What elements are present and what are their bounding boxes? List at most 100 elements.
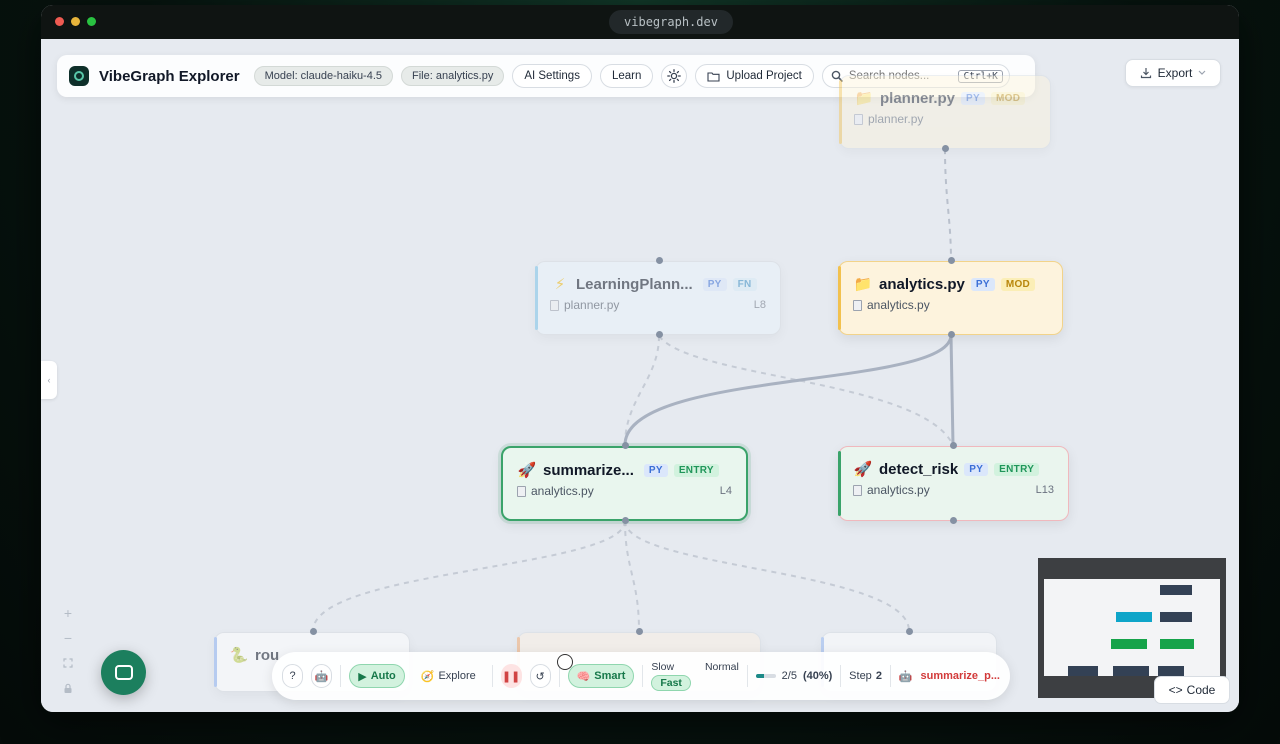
folder-icon xyxy=(707,71,720,82)
snake-icon: 🐍 xyxy=(229,647,249,664)
walkthrough-controls: ? 🤖 ▶ Auto 🧭 Explore ❚❚ ↺ 🧠 Smart Slow N… xyxy=(272,652,1010,700)
node-file: analytics.py xyxy=(867,298,930,312)
fit-view-icon[interactable] xyxy=(59,654,77,672)
file-icon xyxy=(853,299,862,311)
node-port[interactable] xyxy=(636,628,643,635)
minimap-node xyxy=(1116,612,1152,622)
divider xyxy=(340,665,342,687)
node-port[interactable] xyxy=(622,442,629,449)
minimap-node xyxy=(1160,612,1192,622)
node-port[interactable] xyxy=(950,442,957,449)
help-button[interactable]: ? xyxy=(282,664,304,688)
pause-button[interactable]: ❚❚ xyxy=(500,664,522,688)
ai-settings-button[interactable]: AI Settings xyxy=(512,64,592,88)
node-line: L13 xyxy=(1035,484,1054,496)
maximize-window-icon[interactable] xyxy=(87,17,96,26)
divider xyxy=(746,665,748,687)
upload-project-button[interactable]: Upload Project xyxy=(695,64,814,88)
rocket-icon: 🚀 xyxy=(853,461,873,478)
progress-indicator: 2/5 (40%) xyxy=(755,670,832,682)
step-value: 2 xyxy=(875,670,882,682)
minimap-node xyxy=(1113,666,1149,676)
smart-mode-button[interactable]: 🧠 Smart xyxy=(567,664,635,688)
file-icon xyxy=(853,484,862,496)
node-file: planner.py xyxy=(868,112,924,126)
robot-icon: 🤖 xyxy=(314,670,329,683)
model-pill[interactable]: Model: claude-haiku-4.5 xyxy=(253,66,394,86)
minimap-viewport xyxy=(1044,579,1220,676)
node-port[interactable] xyxy=(948,331,955,338)
node-line: L4 xyxy=(719,485,732,497)
minimap-node xyxy=(1158,666,1184,676)
file-pill[interactable]: File: analytics.py xyxy=(401,66,505,86)
restart-button[interactable]: ↺ xyxy=(529,664,551,688)
app-title: VibeGraph Explorer xyxy=(99,67,240,85)
node-planner-module[interactable]: 📁 planner.py PY MOD planner.py xyxy=(839,75,1051,149)
speed-slow[interactable]: Slow xyxy=(651,661,691,673)
type-badge: ENTRY xyxy=(994,462,1040,476)
node-title: planner.py xyxy=(880,89,956,107)
speed-fast[interactable]: Fast xyxy=(651,675,691,691)
speed-normal[interactable]: Normal xyxy=(705,661,739,673)
explore-mode-button[interactable]: 🧭 Explore xyxy=(413,664,484,688)
node-port[interactable] xyxy=(310,628,317,635)
upload-project-label: Upload Project xyxy=(726,70,802,82)
node-title: LearningPlann... xyxy=(576,275,693,293)
close-window-icon[interactable] xyxy=(55,17,64,26)
language-badge: PY xyxy=(964,462,989,476)
export-button[interactable]: Export xyxy=(1125,59,1221,87)
type-badge: MOD xyxy=(1000,277,1036,291)
pause-icon: ❚❚ xyxy=(501,670,521,683)
divider xyxy=(642,665,644,687)
compass-icon: 🧭 xyxy=(420,670,435,683)
mouse-cursor xyxy=(557,654,573,670)
progress-fill xyxy=(755,674,764,678)
sun-icon xyxy=(667,69,682,83)
node-port[interactable] xyxy=(656,331,663,338)
restart-icon: ↺ xyxy=(535,670,545,683)
node-file: analytics.py xyxy=(867,483,930,497)
explore-label: Explore xyxy=(438,670,476,682)
node-port[interactable] xyxy=(906,628,913,635)
play-icon: ▶ xyxy=(358,670,367,683)
theme-toggle-button[interactable] xyxy=(661,64,688,88)
node-detect-risk[interactable]: 🚀 detect_risk PY ENTRY analytics.py L13 xyxy=(838,446,1069,521)
code-brackets-icon: <> xyxy=(1168,683,1183,697)
divider xyxy=(840,665,842,687)
chevron-down-icon xyxy=(1198,70,1206,75)
robot-icon: 🤖 xyxy=(898,670,913,683)
node-port[interactable] xyxy=(622,517,629,524)
lock-icon[interactable] xyxy=(59,679,77,697)
current-node-label[interactable]: summarize_p... xyxy=(921,670,1000,682)
minimap-node xyxy=(1111,639,1147,649)
chat-bubble-icon xyxy=(114,665,133,680)
node-summarize[interactable]: 🚀 summarize... PY ENTRY analytics.py L4 xyxy=(501,446,748,521)
minimize-window-icon[interactable] xyxy=(71,17,80,26)
file-icon xyxy=(517,485,526,497)
graph-canvas[interactable]: VibeGraph Explorer Model: claude-haiku-4… xyxy=(41,39,1239,712)
node-analytics-module[interactable]: 📁 analytics.py PY MOD analytics.py xyxy=(838,261,1063,335)
node-learning-planner[interactable]: ⚡ LearningPlann... PY FN planner.py L8 xyxy=(535,261,781,335)
folder-icon: 📁 xyxy=(853,276,873,293)
file-icon xyxy=(854,113,863,125)
learn-button[interactable]: Learn xyxy=(599,64,654,88)
zoom-out-icon[interactable]: − xyxy=(59,629,77,647)
robot-avatar-button[interactable]: 🤖 xyxy=(311,664,333,688)
auto-mode-button[interactable]: ▶ Auto xyxy=(349,664,405,688)
type-badge: ENTRY xyxy=(673,463,719,477)
brain-icon: 🧠 xyxy=(576,670,591,683)
step-label: Step xyxy=(849,670,872,682)
code-button[interactable]: <> Code xyxy=(1154,676,1230,704)
node-port[interactable] xyxy=(948,257,955,264)
file-icon xyxy=(550,299,559,311)
node-port[interactable] xyxy=(942,145,949,152)
node-port[interactable] xyxy=(950,517,957,524)
divider xyxy=(491,665,493,687)
sidebar-toggle[interactable]: ‹ xyxy=(41,361,57,399)
language-badge: PY xyxy=(970,277,995,291)
address-bar[interactable]: vibegraph.dev xyxy=(609,10,733,34)
rocket-icon: 🚀 xyxy=(517,462,537,479)
chat-button[interactable] xyxy=(101,650,146,695)
zoom-in-icon[interactable]: + xyxy=(59,604,77,622)
node-port[interactable] xyxy=(656,257,663,264)
